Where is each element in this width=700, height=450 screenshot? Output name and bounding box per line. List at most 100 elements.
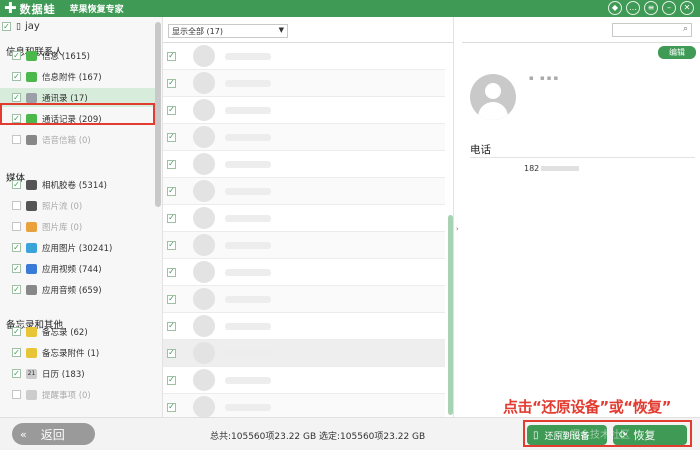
sidebar-item[interactable]: ✓ 信息 (1615)	[12, 46, 152, 65]
list-item-name-blurred	[225, 295, 271, 303]
logo-text: 数据蛙	[19, 2, 56, 16]
list-item[interactable]: ✓	[163, 178, 445, 205]
list-item[interactable]: ✓	[163, 232, 445, 259]
photo-library-icon	[26, 221, 37, 232]
list-item[interactable]: ✓	[163, 286, 445, 313]
list-item-checkbox[interactable]: ✓	[167, 240, 176, 250]
contact-avatar	[470, 74, 516, 120]
phone-number: 182	[524, 164, 580, 173]
sidebar-item-checkbox[interactable]	[12, 390, 21, 399]
list-item[interactable]: ✓	[163, 313, 445, 340]
list-item-checkbox[interactable]: ✓	[167, 321, 176, 331]
list-item-checkbox[interactable]: ✓	[167, 348, 176, 358]
sidebar-item-checkbox[interactable]: ✓	[12, 348, 21, 357]
title-bar: ✚ 数据蛙 苹果恢复专家 ◆ … ≡ – ✕	[0, 0, 700, 17]
list-item-checkbox[interactable]: ✓	[167, 294, 176, 304]
list-item[interactable]: ✓	[163, 367, 445, 394]
list-item-name-blurred	[225, 133, 271, 141]
sidebar-item-label: 通讯录 (17)	[42, 93, 88, 104]
sidebar-item-checkbox[interactable]	[12, 201, 21, 210]
filter-select[interactable]: 显示全部 (17) ▼	[168, 24, 288, 38]
sidebar-item[interactable]: ✓ 应用视频 (744)	[12, 259, 152, 278]
avatar	[193, 396, 215, 418]
sidebar-item-checkbox[interactable]: ✓	[12, 369, 21, 378]
sidebar-item-label: 图片库 (0)	[42, 222, 83, 233]
list-item[interactable]: ✓	[163, 43, 445, 70]
phone-device-icon: ▯	[16, 21, 21, 32]
close-icon[interactable]: ✕	[680, 1, 694, 15]
sidebar-scrollbar[interactable]	[155, 22, 161, 207]
sidebar-item-label: 相机胶卷 (5314)	[42, 180, 107, 191]
minimize-icon[interactable]: –	[662, 1, 676, 15]
sidebar-item-checkbox[interactable]: ✓	[12, 72, 21, 81]
sidebar-item[interactable]: 照片流 (0)	[12, 196, 152, 215]
chat-icon[interactable]: …	[626, 1, 640, 15]
pane-splitter-arrow-icon[interactable]: ›	[456, 225, 459, 233]
list-item-checkbox[interactable]: ✓	[167, 267, 176, 277]
contact-detail-pane: ⌕ 编辑 ▪ ▪▪▪ 电话 182	[462, 17, 700, 417]
photo-stream-icon	[26, 200, 37, 211]
app-photo-icon	[26, 242, 37, 253]
sidebar-item[interactable]: ✓ 备忘录 (62)	[12, 322, 152, 341]
chevron-down-icon: ▼	[278, 26, 284, 34]
sidebar-item-checkbox[interactable]: ✓	[12, 285, 21, 294]
app-video-icon	[26, 263, 37, 274]
sidebar-item[interactable]: 提醒事项 (0)	[12, 385, 152, 404]
list-item-checkbox[interactable]: ✓	[167, 105, 176, 115]
list-item-name-blurred	[225, 403, 271, 411]
sidebar-item-checkbox[interactable]	[12, 222, 21, 231]
sidebar-item-checkbox[interactable]: ✓	[12, 327, 21, 336]
list-item-checkbox[interactable]: ✓	[167, 159, 176, 169]
sidebar-item[interactable]: ✓ 相机胶卷 (5314)	[12, 175, 152, 194]
sidebar-item-checkbox[interactable]: ✓	[12, 264, 21, 273]
sidebar-item[interactable]: ✓ 应用图片 (30241)	[12, 238, 152, 257]
sidebar-item[interactable]: 语音信箱 (0)	[12, 130, 152, 149]
list-item-name-blurred	[225, 349, 271, 357]
message-attachment-icon	[26, 71, 37, 82]
back-button[interactable]: « 返回	[12, 423, 95, 445]
sidebar-item[interactable]: ✓ 应用音频 (659)	[12, 280, 152, 299]
device-row[interactable]: ✓ ▯ jay	[2, 21, 40, 32]
annotation-text: 点击“还原设备”或“恢复”	[503, 398, 671, 416]
sidebar-item[interactable]: 图片库 (0)	[12, 217, 152, 236]
list-item-name-blurred	[225, 79, 271, 87]
menu-icon[interactable]: ≡	[644, 1, 658, 15]
sidebar-item-label: 日历 (183)	[42, 369, 85, 380]
device-checkbox[interactable]: ✓	[2, 22, 11, 31]
avatar	[193, 72, 215, 94]
double-chevron-left-icon: «	[20, 427, 27, 441]
sidebar-item-checkbox[interactable]	[12, 135, 21, 144]
notes-icon	[26, 326, 37, 337]
list-item-checkbox[interactable]: ✓	[167, 375, 176, 385]
voicemail-icon	[26, 134, 37, 145]
list-item[interactable]: ✓	[163, 259, 445, 286]
list-item-name-blurred	[225, 376, 271, 384]
avatar	[193, 180, 215, 202]
list-item-checkbox[interactable]: ✓	[167, 213, 176, 223]
sidebar-item-checkbox[interactable]: ✓	[12, 243, 21, 252]
list-item-checkbox[interactable]: ✓	[167, 402, 176, 412]
edit-button[interactable]: 编辑	[658, 46, 696, 59]
app-audio-icon	[26, 284, 37, 295]
search-input[interactable]: ⌕	[612, 23, 692, 37]
list-item[interactable]: ✓	[163, 151, 445, 178]
list-item-checkbox[interactable]: ✓	[167, 186, 176, 196]
list-item-checkbox[interactable]: ✓	[167, 51, 176, 61]
list-item-checkbox[interactable]: ✓	[167, 132, 176, 142]
sidebar-item[interactable]: ✓ 备忘录附件 (1)	[12, 343, 152, 362]
list-scrollbar[interactable]	[448, 215, 453, 415]
sidebar-item[interactable]: ✓ 21 日历 (183)	[12, 364, 152, 383]
list-item[interactable]: ✓	[163, 97, 445, 124]
sidebar-item[interactable]: ✓ 信息附件 (167)	[12, 67, 152, 86]
gem-icon[interactable]: ◆	[608, 1, 622, 15]
sidebar-item-checkbox[interactable]: ✓	[12, 180, 21, 189]
list-item-checkbox[interactable]: ✓	[167, 78, 176, 88]
list-item-name-blurred	[225, 322, 271, 330]
avatar	[193, 126, 215, 148]
list-item[interactable]: ✓	[163, 124, 445, 151]
sidebar-item-checkbox[interactable]: ✓	[12, 51, 21, 60]
list-item[interactable]: ✓	[163, 340, 445, 367]
sidebar-item-checkbox[interactable]: ✓	[12, 93, 21, 102]
list-item[interactable]: ✓	[163, 205, 445, 232]
list-item[interactable]: ✓	[163, 70, 445, 97]
